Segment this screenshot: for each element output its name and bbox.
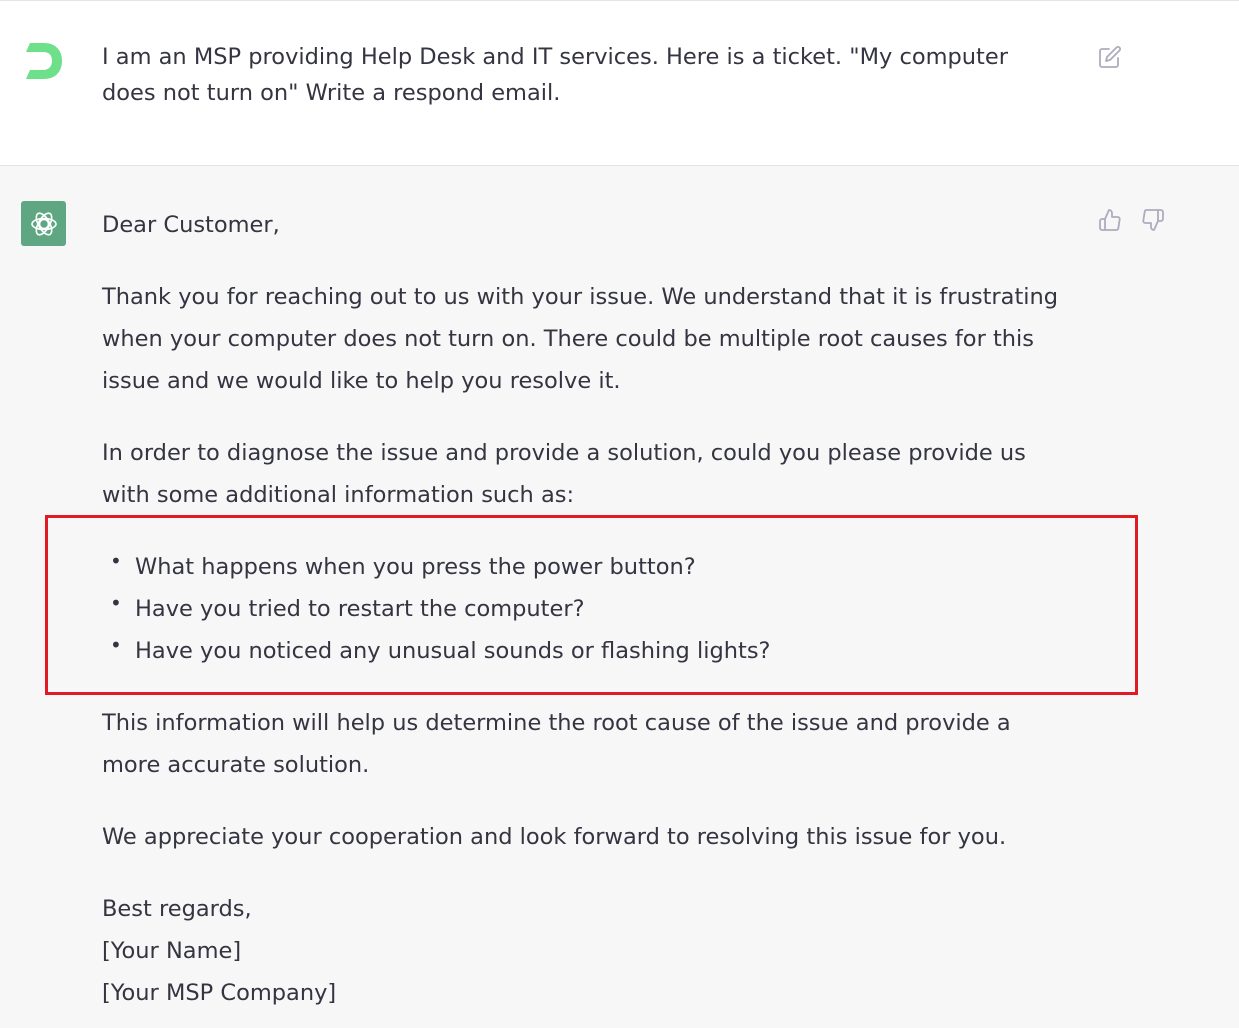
assistant-message: Dear Customer, Thank you for reaching ou… bbox=[0, 166, 1239, 1028]
signoff: Best regards, bbox=[102, 896, 252, 922]
signature-company: [Your MSP Company] bbox=[102, 980, 337, 1006]
paragraph-2: In order to diagnose the issue and provi… bbox=[102, 440, 1026, 508]
paragraph-1: Thank you for reaching out to us with yo… bbox=[102, 284, 1059, 394]
paragraph-4: We appreciate your cooperation and look … bbox=[102, 824, 1007, 850]
user-logo-icon bbox=[22, 41, 64, 83]
user-message: I am an MSP providing Help Desk and IT s… bbox=[0, 1, 1239, 166]
paragraph-3: This information will help us determine … bbox=[102, 710, 1011, 778]
signature-name: [Your Name] bbox=[102, 938, 242, 964]
greeting: Dear Customer, bbox=[102, 212, 280, 238]
openai-logo-icon bbox=[21, 201, 66, 246]
question-list: • What happens when you press the power b… bbox=[102, 546, 1072, 672]
user-message-text: I am an MSP providing Help Desk and IT s… bbox=[102, 44, 1008, 106]
list-item: • Have you noticed any unusual sounds or … bbox=[110, 633, 771, 664]
thumbs-up-icon[interactable] bbox=[1098, 208, 1122, 232]
assistant-message-body: Dear Customer, Thank you for reaching ou… bbox=[102, 204, 1072, 1014]
thumbs-down-icon[interactable] bbox=[1141, 208, 1165, 232]
list-item: • What happens when you press the power b… bbox=[110, 549, 696, 580]
list-item: • Have you tried to restart the computer? bbox=[110, 591, 585, 622]
edit-icon[interactable] bbox=[1098, 45, 1122, 69]
